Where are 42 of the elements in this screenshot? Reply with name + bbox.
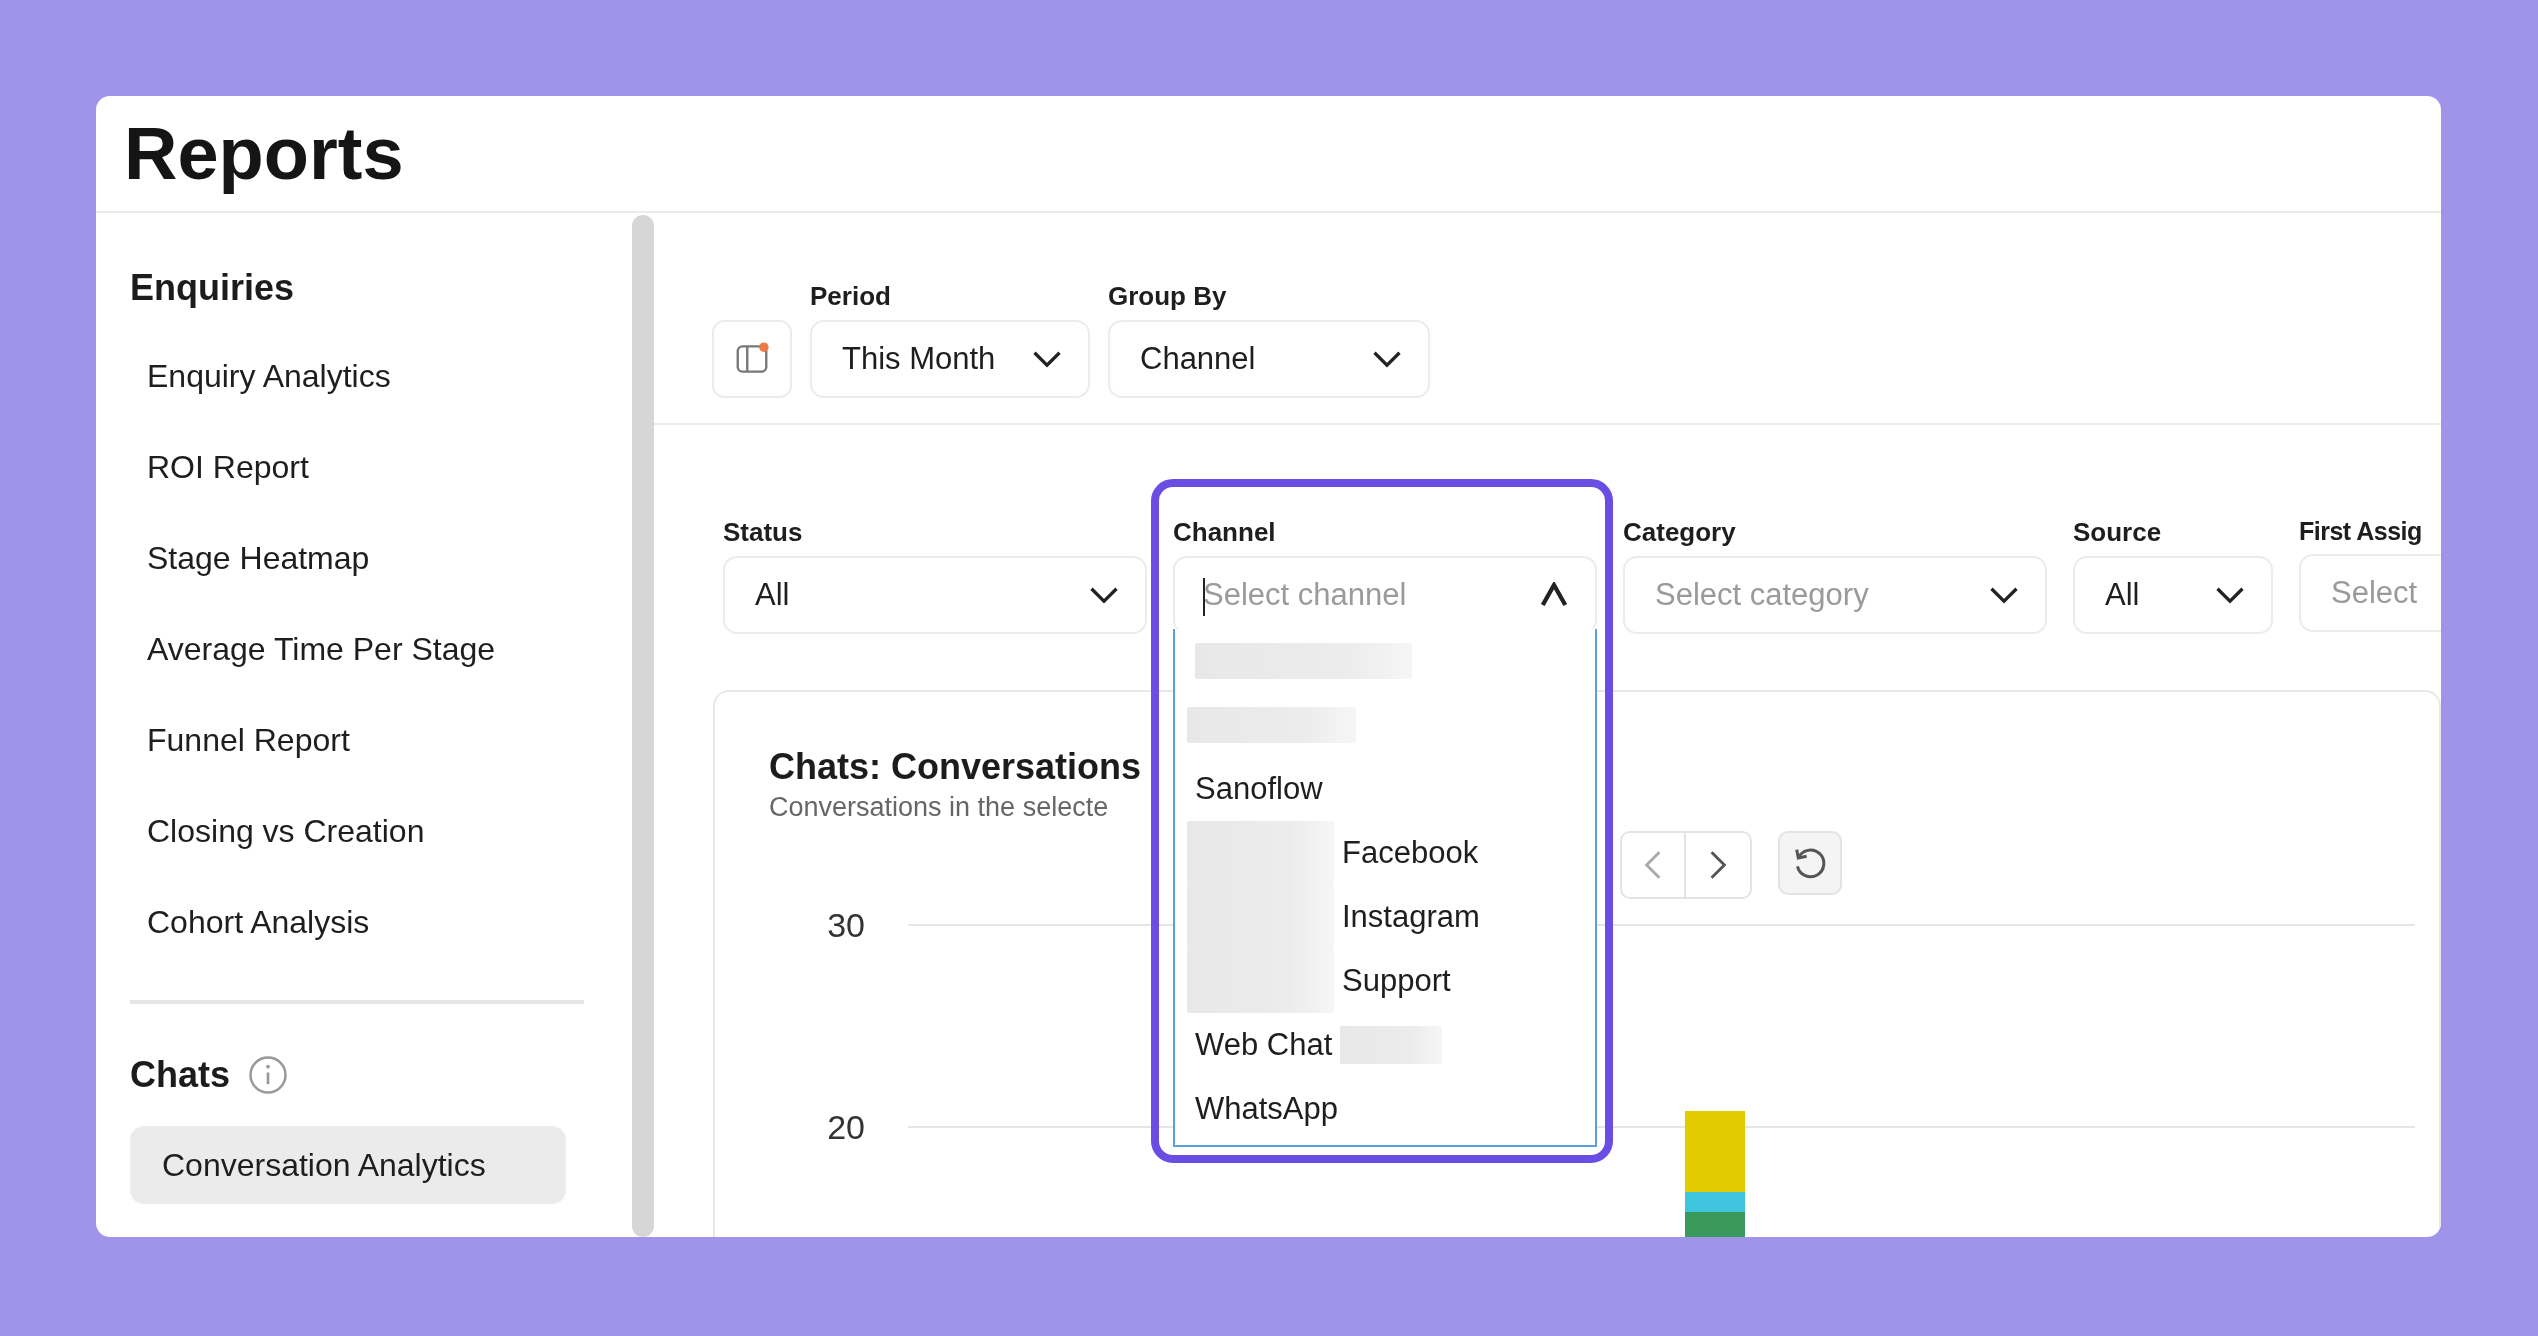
sidebar-item[interactable]: Stage Heatmap	[130, 521, 566, 596]
chevron-down-icon	[1372, 350, 1402, 368]
chevron-down-icon	[1032, 350, 1062, 368]
sidebar-item[interactable]: Average Time Per Stage	[130, 612, 566, 687]
field-label: Status	[723, 517, 804, 548]
reset-button[interactable]	[1778, 831, 1842, 895]
sidebar-item[interactable]: ROI Report	[130, 430, 566, 505]
dropdown-option[interactable]: Instagram	[1342, 899, 1480, 935]
section-heading: Chats	[130, 1054, 231, 1096]
dropdown-select[interactable]: All	[2073, 556, 2273, 634]
chart-subtitle: Conversations in the selecte	[769, 792, 1109, 823]
dropdown-option[interactable]: Web Chat	[1195, 1027, 1333, 1063]
info-icon[interactable]	[248, 1055, 289, 1095]
caret-up-icon	[1539, 582, 1569, 608]
sidebar-item[interactable]: Funnel Report	[130, 703, 566, 778]
chevron-down-icon	[1089, 586, 1119, 604]
page-title: Reports	[124, 111, 404, 196]
section-heading: Enquiries	[130, 267, 295, 309]
axis-tick-label: 30	[827, 906, 865, 944]
axis-tick-label: 20	[827, 1108, 865, 1146]
sidebar-item[interactable]: Enquiry Analytics	[130, 339, 566, 414]
sidebar-item[interactable]: Conversation Analytics	[130, 1126, 566, 1204]
dropdown-option[interactable]: Sanoflow	[1195, 771, 1323, 807]
dropdown-select[interactable]: Channel	[1108, 320, 1430, 398]
dropdown-option[interactable]: Facebook	[1342, 835, 1479, 871]
dropdown-option[interactable]: Support	[1342, 963, 1451, 999]
dropdown-option[interactable]: WhatsApp	[1195, 1091, 1338, 1127]
field-label: Source	[2073, 517, 2163, 548]
field-label: Period	[810, 281, 892, 312]
field-label: Category	[1623, 517, 1737, 548]
chart-title: Chats: Conversations	[769, 746, 1142, 788]
dropdown-select[interactable]: All	[723, 556, 1147, 634]
scrollbar[interactable]	[632, 215, 654, 1237]
sidebar-item[interactable]: Closing vs Creation	[130, 794, 566, 869]
chevron-down-icon	[1989, 586, 2019, 604]
field-label: Channel	[1173, 517, 1277, 548]
chevron-down-icon	[2215, 586, 2245, 604]
panel-toggle-button[interactable]	[712, 320, 792, 398]
sidebar-item[interactable]: Cohort Analysis	[130, 885, 566, 960]
dropdown-select[interactable]: This Month	[810, 320, 1090, 398]
field-label: First Assig	[2299, 517, 2423, 546]
field-label: Group By	[1108, 281, 1228, 312]
